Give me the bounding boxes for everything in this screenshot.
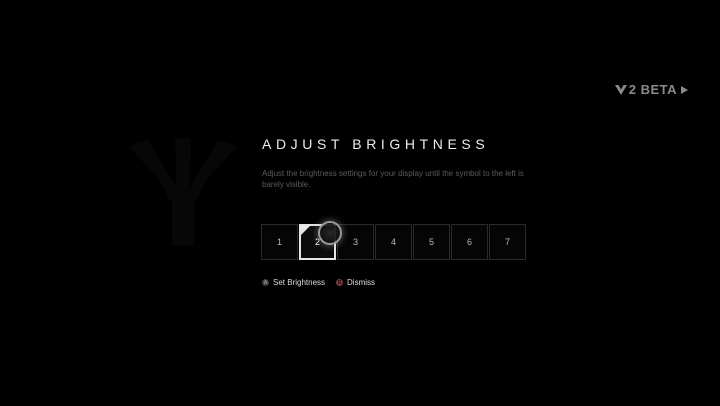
cursor-ring-icon (318, 221, 342, 245)
dismiss-button[interactable]: B Dismiss (336, 278, 375, 287)
level-label: 1 (276, 237, 282, 247)
action-bar: A Set Brightness B Dismiss (262, 278, 386, 287)
level-label: 4 (390, 237, 396, 247)
page-description: Adjust the brightness settings for your … (262, 169, 524, 189)
brightness-level-4[interactable]: 4 (375, 224, 412, 260)
brightness-level-1[interactable]: 1 (261, 224, 298, 260)
brightness-level-6[interactable]: 6 (451, 224, 488, 260)
beta-badge: 2 BETA (614, 82, 688, 97)
play-icon (681, 86, 688, 94)
brightness-level-3[interactable]: 3 (337, 224, 374, 260)
level-label: 5 (428, 237, 434, 247)
page-title: ADJUST BRIGHTNESS (262, 136, 490, 152)
selected-corner-marker (301, 226, 310, 235)
brightness-level-selector: 1 2 3 4 5 6 7 (261, 224, 526, 260)
a-button-icon: A (262, 279, 269, 286)
destiny-v-icon (614, 85, 627, 95)
level-label: 7 (504, 237, 510, 247)
level-label: 3 (352, 237, 358, 247)
beta-label: 2 BETA (628, 82, 677, 97)
b-button-icon: B (336, 279, 344, 286)
calibration-symbol-icon (128, 138, 238, 246)
set-brightness-label: Set Brightness (273, 278, 326, 287)
brightness-level-5[interactable]: 5 (413, 224, 450, 260)
brightness-screen: 2 BETA ADJUST BRIGHTNESS Adjust the brig… (0, 0, 720, 406)
level-label: 6 (466, 237, 472, 247)
brightness-level-7[interactable]: 7 (489, 224, 526, 260)
set-brightness-button[interactable]: A Set Brightness (262, 278, 325, 287)
dismiss-label: Dismiss (347, 278, 376, 287)
